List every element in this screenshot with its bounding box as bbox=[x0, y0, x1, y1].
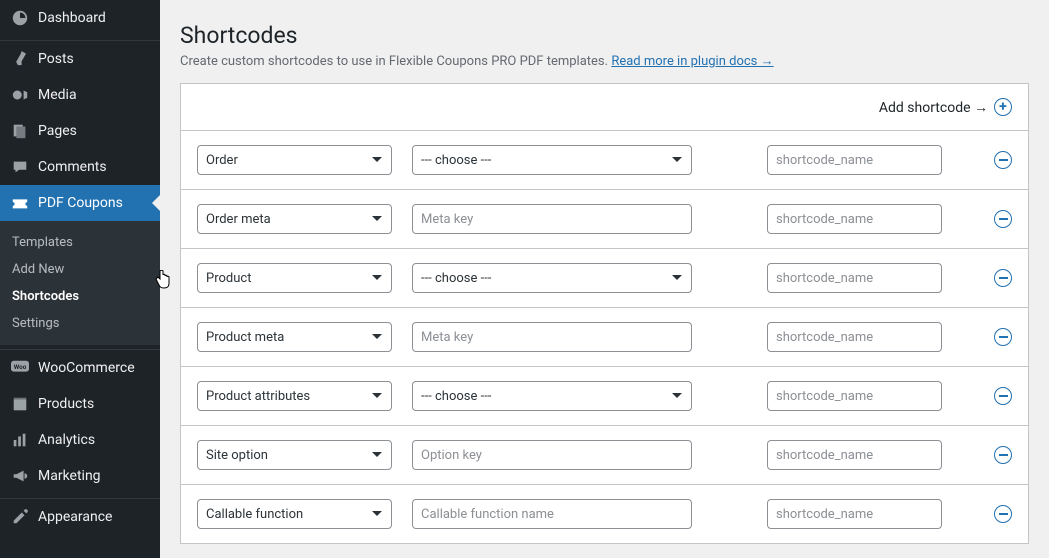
shortcode-rows: Order --- choose --- Order meta Product --- … bbox=[181, 131, 1028, 543]
shortcode-row: Product --- choose --- bbox=[181, 249, 1028, 308]
sidebar-item-label: Media bbox=[38, 87, 77, 103]
remove-row-button[interactable] bbox=[994, 151, 1012, 169]
shortcode-name-input[interactable] bbox=[767, 381, 942, 411]
type-select[interactable]: Product meta bbox=[197, 322, 392, 352]
type-select[interactable]: Product bbox=[197, 263, 392, 293]
products-icon bbox=[10, 394, 30, 414]
type-select[interactable]: Order bbox=[197, 145, 392, 175]
desc-text: Create custom shortcodes to use in Flexi… bbox=[180, 54, 611, 69]
sidebar-item-label: Analytics bbox=[38, 432, 95, 448]
value-select[interactable]: --- choose --- bbox=[412, 263, 692, 293]
docs-link[interactable]: Read more in plugin docs → bbox=[611, 54, 773, 69]
sidebar-item-analytics[interactable]: Analytics bbox=[0, 422, 160, 458]
sidebar-item-posts[interactable]: Posts bbox=[0, 41, 160, 77]
sidebar-item-comments[interactable]: Comments bbox=[0, 149, 160, 185]
sidebar-item-label: Dashboard bbox=[38, 10, 106, 26]
pages-icon bbox=[10, 121, 30, 141]
submenu-item-add-new[interactable]: Add New bbox=[0, 256, 160, 283]
sidebar-item-dashboard[interactable]: Dashboard bbox=[0, 0, 160, 36]
panel-header: Add shortcode → + bbox=[181, 84, 1028, 131]
type-select[interactable]: Product attributes bbox=[197, 381, 392, 411]
shortcode-name-input[interactable] bbox=[767, 263, 942, 293]
sidebar-item-products[interactable]: Products bbox=[0, 386, 160, 422]
sidebar-item-pages[interactable]: Pages bbox=[0, 113, 160, 149]
value-select[interactable]: --- choose --- bbox=[412, 145, 692, 175]
shortcode-name-input[interactable] bbox=[767, 440, 942, 470]
value-input[interactable] bbox=[412, 322, 692, 352]
comments-icon bbox=[10, 157, 30, 177]
shortcode-row: Order meta bbox=[181, 190, 1028, 249]
shortcode-row: Callable function bbox=[181, 485, 1028, 543]
plus-circle-icon: + bbox=[994, 98, 1012, 116]
media-icon bbox=[10, 85, 30, 105]
analytics-icon bbox=[10, 430, 30, 450]
shortcode-name-input[interactable] bbox=[767, 145, 942, 175]
main-content: Shortcodes Create custom shortcodes to u… bbox=[160, 0, 1049, 558]
add-shortcode-label: Add shortcode → bbox=[879, 99, 988, 116]
sidebar-item-appearance[interactable]: Appearance bbox=[0, 499, 160, 535]
sidebar-item-label: Appearance bbox=[38, 509, 112, 525]
sidebar-item-label: PDF Coupons bbox=[38, 195, 123, 211]
shortcode-row: Order --- choose --- bbox=[181, 131, 1028, 190]
remove-row-button[interactable] bbox=[994, 387, 1012, 405]
submenu-item-settings[interactable]: Settings bbox=[0, 310, 160, 337]
coupon-icon bbox=[10, 193, 30, 213]
sidebar-item-label: Products bbox=[38, 396, 94, 412]
admin-sidebar: Dashboard Posts Media Pages Comments PDF… bbox=[0, 0, 160, 558]
pin-icon bbox=[10, 49, 30, 69]
svg-text:Woo: Woo bbox=[14, 363, 27, 371]
value-input[interactable] bbox=[412, 440, 692, 470]
sidebar-item-pdf-coupons[interactable]: PDF Coupons bbox=[0, 185, 160, 221]
value-select[interactable]: --- choose --- bbox=[412, 381, 692, 411]
submenu-item-shortcodes[interactable]: Shortcodes bbox=[0, 283, 160, 310]
shortcode-name-input[interactable] bbox=[767, 322, 942, 352]
remove-row-button[interactable] bbox=[994, 328, 1012, 346]
page-title: Shortcodes bbox=[180, 22, 1029, 49]
add-shortcode-button[interactable]: Add shortcode → + bbox=[879, 98, 1012, 116]
remove-row-button[interactable] bbox=[994, 210, 1012, 228]
shortcode-name-input[interactable] bbox=[767, 204, 942, 234]
sidebar-submenu: Templates Add New Shortcodes Settings bbox=[0, 221, 160, 345]
type-select[interactable]: Site option bbox=[197, 440, 392, 470]
sidebar-item-marketing[interactable]: Marketing bbox=[0, 458, 160, 494]
sidebar-item-label: Comments bbox=[38, 159, 107, 175]
woocommerce-icon: Woo bbox=[10, 358, 30, 378]
shortcode-name-input[interactable] bbox=[767, 499, 942, 529]
sidebar-item-media[interactable]: Media bbox=[0, 77, 160, 113]
remove-row-button[interactable] bbox=[994, 269, 1012, 287]
remove-row-button[interactable] bbox=[994, 446, 1012, 464]
type-select[interactable]: Callable function bbox=[197, 499, 392, 529]
value-input[interactable] bbox=[412, 204, 692, 234]
marketing-icon bbox=[10, 466, 30, 486]
sidebar-item-label: Marketing bbox=[38, 468, 101, 484]
shortcodes-panel: Add shortcode → + Order--- choose ---Ord… bbox=[180, 83, 1029, 544]
shortcode-row: Site option bbox=[181, 426, 1028, 485]
shortcode-row: Product attributes --- choose --- bbox=[181, 367, 1028, 426]
value-input[interactable] bbox=[412, 499, 692, 529]
sidebar-item-label: Pages bbox=[38, 123, 77, 139]
sidebar-item-woocommerce[interactable]: Woo WooCommerce bbox=[0, 350, 160, 386]
remove-row-button[interactable] bbox=[994, 505, 1012, 523]
appearance-icon bbox=[10, 507, 30, 527]
type-select[interactable]: Order meta bbox=[197, 204, 392, 234]
shortcode-row: Product meta bbox=[181, 308, 1028, 367]
dashboard-icon bbox=[10, 8, 30, 28]
page-description: Create custom shortcodes to use in Flexi… bbox=[180, 53, 1029, 69]
sidebar-item-label: WooCommerce bbox=[38, 360, 135, 376]
submenu-item-templates[interactable]: Templates bbox=[0, 229, 160, 256]
sidebar-item-label: Posts bbox=[38, 51, 74, 67]
